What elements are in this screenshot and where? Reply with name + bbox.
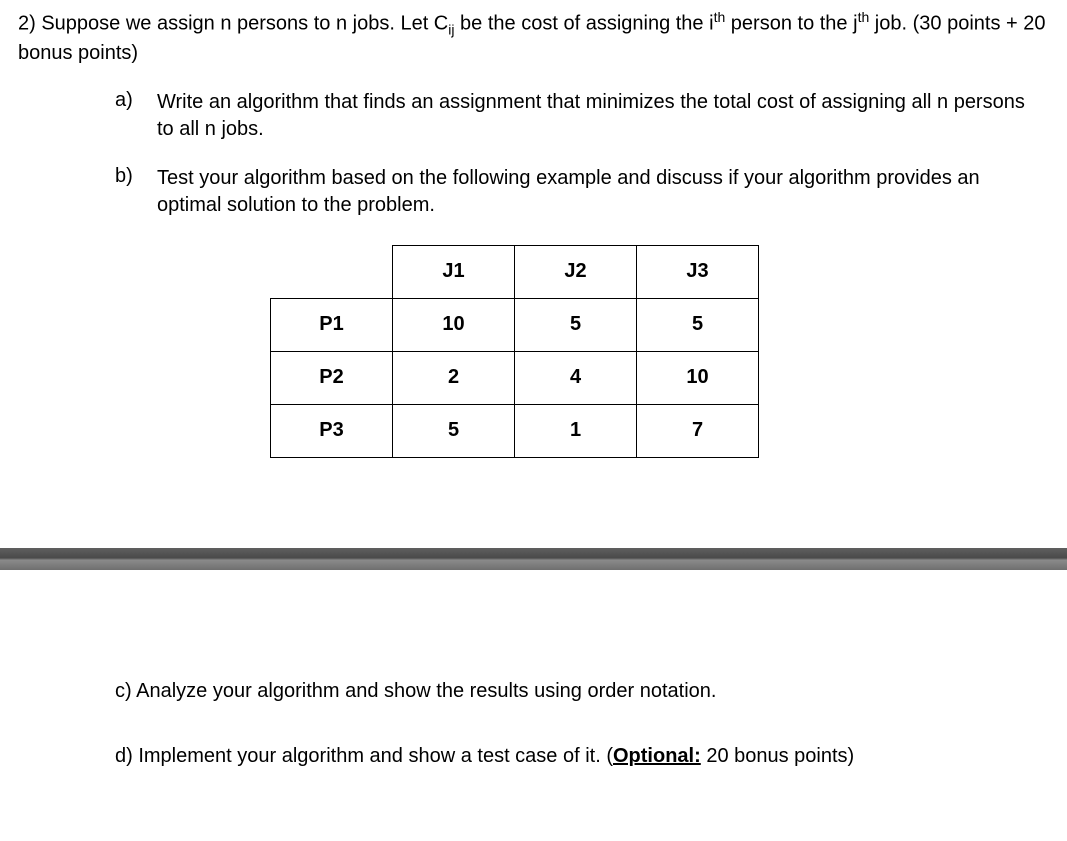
table-row: P3 5 1 7	[271, 404, 759, 457]
table-row: P1 10 5 5	[271, 298, 759, 351]
part-a: a) Write an algorithm that finds an assi…	[0, 89, 1067, 143]
bottom-sections: c) Analyze your algorithm and show the r…	[0, 678, 1067, 770]
table-row: P2 2 4 10	[271, 351, 759, 404]
table-cell: 4	[515, 351, 637, 404]
part-b: b) Test your algorithm based on the foll…	[0, 165, 1067, 219]
part-d-optional: Optional:	[613, 745, 701, 767]
intro-text-2: be the cost of assigning the i	[455, 13, 714, 35]
part-d-suffix: 20 bonus points)	[701, 745, 854, 767]
table-row-label-p3: P3	[271, 404, 393, 457]
part-d-prefix: d) Implement your algorithm and show a t…	[115, 745, 613, 767]
part-a-text: Write an algorithm that finds an assignm…	[157, 89, 1027, 143]
intro-sup-2: th	[858, 9, 870, 25]
cost-table: J1 J2 J3 P1 10 5 5 P2 2 4 10 P3 5 1 7	[270, 245, 759, 458]
table-cell: 1	[515, 404, 637, 457]
table-header-j1: J1	[393, 245, 515, 298]
table-cell: 5	[515, 298, 637, 351]
part-d: d) Implement your algorithm and show a t…	[115, 743, 1027, 770]
divider-bar	[0, 548, 1067, 570]
part-a-letter: a)	[115, 89, 157, 112]
table-cell: 10	[637, 351, 759, 404]
table-header-j2: J2	[515, 245, 637, 298]
table-corner-empty	[271, 245, 393, 298]
intro-sup-1: th	[714, 9, 726, 25]
table-row-label-p2: P2	[271, 351, 393, 404]
intro-text-3: person to the j	[725, 13, 857, 35]
part-b-text: Test your algorithm based on the followi…	[157, 165, 1027, 219]
table-cell: 7	[637, 404, 759, 457]
table-header-j3: J3	[637, 245, 759, 298]
question-intro: 2) Suppose we assign n persons to n jobs…	[0, 0, 1067, 67]
table-header-row: J1 J2 J3	[271, 245, 759, 298]
table-cell: 10	[393, 298, 515, 351]
table-cell: 5	[637, 298, 759, 351]
intro-text-1: 2) Suppose we assign n persons to n jobs…	[18, 13, 448, 35]
cost-table-wrap: J1 J2 J3 P1 10 5 5 P2 2 4 10 P3 5 1 7	[270, 245, 1067, 458]
part-c-text: c) Analyze your algorithm and show the r…	[115, 680, 716, 702]
part-b-letter: b)	[115, 165, 157, 188]
table-cell: 5	[393, 404, 515, 457]
part-c: c) Analyze your algorithm and show the r…	[115, 678, 1027, 705]
table-row-label-p1: P1	[271, 298, 393, 351]
table-cell: 2	[393, 351, 515, 404]
